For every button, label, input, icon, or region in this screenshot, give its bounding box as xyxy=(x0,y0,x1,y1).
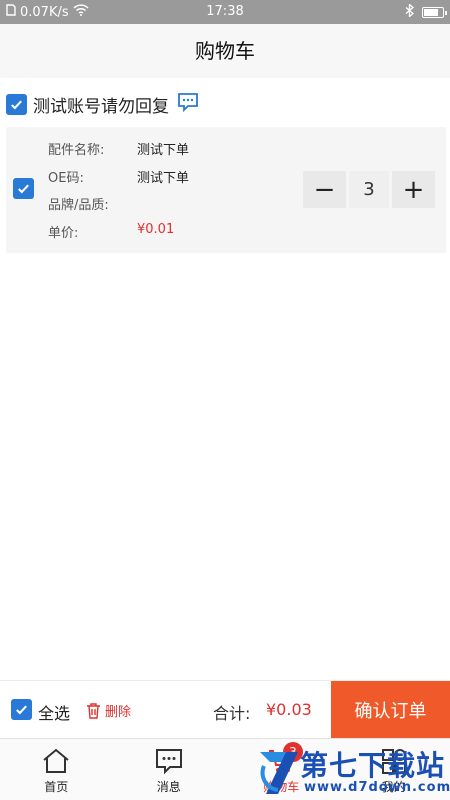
select-all-checkbox[interactable] xyxy=(11,699,32,720)
shop-row: 测试账号请勿回复 xyxy=(0,86,450,122)
tab-profile[interactable]: 我的 xyxy=(338,739,450,800)
tab-bar: 首页 消息 购物车 3 我的 xyxy=(0,738,450,800)
cart-item: 配件名称: 测试下单 OE码: 测试下单 品牌/品质: 单价: ¥0.01 − … xyxy=(6,127,446,253)
decrease-button[interactable]: − xyxy=(303,171,346,208)
field-value: 测试下单 xyxy=(137,143,190,158)
delete-label: 删除 xyxy=(105,705,132,720)
field-label: 品牌/品质: xyxy=(48,198,109,213)
tab-cart[interactable]: 购物车 3 xyxy=(225,739,338,800)
item-checkbox[interactable] xyxy=(13,178,34,199)
status-time: 17:38 xyxy=(206,4,244,19)
trash-icon xyxy=(87,702,100,719)
check-icon xyxy=(11,100,22,109)
user-icon xyxy=(381,749,406,774)
field-label: 配件名称: xyxy=(48,143,105,158)
select-all-label[interactable]: 全选 xyxy=(38,700,70,724)
field-oe-code: OE码: 测试下单 xyxy=(48,167,189,195)
confirm-order-button[interactable]: 确认订单 xyxy=(331,681,450,739)
unit-price: ¥0.01 xyxy=(137,221,175,237)
chat-icon[interactable] xyxy=(169,92,199,116)
total-value: ¥0.03 xyxy=(266,700,312,719)
tab-label: 我的 xyxy=(381,780,406,794)
home-icon xyxy=(43,748,69,773)
quantity-stepper: − 3 + xyxy=(303,171,435,208)
field-value: 测试下单 xyxy=(137,170,190,186)
field-label: 单价: xyxy=(48,225,79,241)
status-bar: 0.07K/s 17:38 xyxy=(0,0,450,24)
field-brand-quality: 品牌/品质: xyxy=(48,194,189,222)
checkout-bar: 全选 删除 合计: ¥0.03 确认订单 xyxy=(0,680,450,739)
shop-name: 测试账号请勿回复 xyxy=(33,96,169,117)
item-fields: 配件名称: 测试下单 OE码: 测试下单 品牌/品质: 单价: ¥0.01 xyxy=(48,139,189,249)
delete-button[interactable]: 删除 xyxy=(86,701,131,720)
tab-label: 消息 xyxy=(156,780,181,794)
quantity-value[interactable]: 3 xyxy=(349,171,389,208)
shop-checkbox[interactable] xyxy=(6,93,27,115)
total-label: 合计: xyxy=(213,704,251,723)
field-part-name: 配件名称: 测试下单 xyxy=(48,139,189,167)
bluetooth-icon xyxy=(405,3,414,21)
cart-badge: 3 xyxy=(283,742,303,762)
field-unit-price: 单价: ¥0.01 xyxy=(48,222,189,250)
tab-label: 购物车 xyxy=(263,780,300,794)
battery-icon xyxy=(422,7,447,18)
field-label: OE码: xyxy=(48,170,84,186)
increase-button[interactable]: + xyxy=(392,171,435,208)
message-icon xyxy=(155,749,182,775)
tab-messages[interactable]: 消息 xyxy=(113,739,226,800)
tab-home[interactable]: 首页 xyxy=(0,739,113,800)
tab-label: 首页 xyxy=(44,780,69,794)
check-icon xyxy=(16,705,27,715)
page-title: 购物车 xyxy=(0,24,450,78)
check-icon xyxy=(18,184,29,194)
